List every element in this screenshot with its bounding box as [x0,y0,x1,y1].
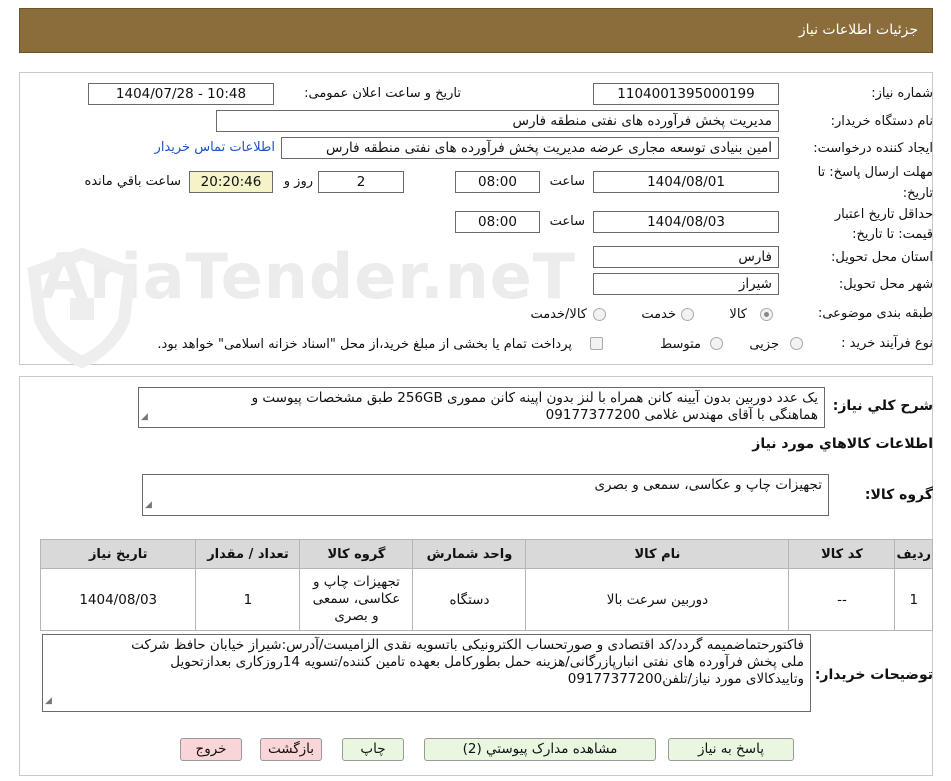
requester-field: امین بنیادی توسعه مجاری عرضه مدیریت پخش … [281,137,779,159]
col-date: تاریخ نیاز [39,539,197,569]
cell-group-line-2: عکاسی، سمعی [312,591,401,607]
validity-date-field: 1404/08/03 [593,211,779,233]
deadline-label-2: تاریخ: [902,186,933,201]
treasury-checkbox[interactable] [590,337,603,350]
exit-button[interactable]: خروج [180,738,242,761]
remaining-label: ساعت باقي مانده [84,174,181,189]
table-header-row: ردیف کد کالا نام کالا واحد شمارش گروه کا… [39,539,933,569]
process-label: نوع فرآیند خرید : [841,336,933,351]
validity-time-field: 08:00 [455,211,540,233]
attachments-button[interactable]: مشاهده مدارک پیوستي (2) [424,738,656,761]
buyer-notes-textarea[interactable]: فاکتورحتماضمیمه گردد/کد اقتصادی و صورتحس… [42,634,811,712]
summary-line-1: یک عدد دوربین بدون آیینه کانن همراه با ل… [251,390,818,406]
shield-watermark-icon [27,248,137,368]
province-field: فارس [593,246,779,268]
cell-code: -- [788,568,896,631]
col-unit: واحد شمارش [412,539,527,569]
buyer-notes-line-2: ملی پخش فرآورده های نفتی انبارپازرگانی/ه… [170,654,804,670]
cell-qty: 1 [195,568,301,631]
category-label: طبقه بندی موضوعی: [817,306,933,321]
requester-label: ایجاد کننده درخواست: [813,141,933,156]
buyer-notes-line-1: فاکتورحتماضمیمه گردد/کد اقتصادی و صورتحس… [131,637,804,653]
page-header: جزئیات اطلاعات نیاز [19,8,933,53]
summary-textarea[interactable]: یک عدد دوربین بدون آیینه کانن همراه با ل… [138,387,825,428]
goods-group-label: گروه کالا: [864,487,933,503]
summary-label: شرح کلي نياز: [832,398,933,414]
buyer-notes-line-3: وتاییدکالای مورد نیاز/تلفن09177377200 [567,671,804,687]
cell-group-line-3: و بصری [334,608,379,624]
contact-info-link[interactable]: اطلاعات تماس خریدار [155,140,275,155]
announce-field: 1404/07/28 - 10:48 [88,83,274,105]
days-field: 2 [318,171,404,193]
category-service-label: خدمت [641,307,676,322]
category-goods-radio[interactable] [760,308,773,321]
validity-time-label: ساعت [549,214,585,229]
city-label: شهر محل تحویل: [838,277,933,292]
col-name: نام کالا [525,539,790,569]
validity-label-2: قیمت: تا تاریخ: [852,227,933,242]
col-code: کد کالا [788,539,896,569]
process-medium-label: متوسط [660,337,701,352]
deadline-time-field: 08:00 [455,171,540,193]
reply-button[interactable]: پاسخ به نیاز [668,738,794,761]
deadline-date-field: 1404/08/01 [593,171,779,193]
category-service-radio[interactable] [681,308,694,321]
resize-grip-icon[interactable]: ◢ [141,409,148,426]
page-title: جزئیات اطلاعات نیاز [798,22,918,38]
payment-note: پرداخت تمام یا بخشی از مبلغ خرید،از محل … [157,337,572,352]
cell-group-line-1: تجهیزات چاپ و [312,574,400,590]
validity-label: حداقل تاریخ اعتبار [834,207,933,222]
buyer-org-label: نام دستگاه خریدار: [830,114,933,129]
back-button[interactable]: بازگشت [260,738,322,761]
category-goods-label: کالا [729,307,747,322]
goods-group-value: تجهیزات چاپ و عکاسی، سمعی و بصری [594,477,822,493]
table-row: 1 -- دوربین سرعت بالا دستگاه تجهیزات چاپ… [39,568,933,631]
goods-group-textarea[interactable]: تجهیزات چاپ و عکاسی، سمعی و بصری ◢ [142,474,829,516]
items-table: ردیف کد کالا نام کالا واحد شمارش گروه کا… [39,539,933,631]
buyer-notes-label: توضیحات خریدار: [814,667,933,683]
col-row: ردیف [894,539,933,569]
deadline-label: مهلت ارسال پاسخ: تا [817,165,933,180]
need-number-label: شماره نیاز: [871,86,933,101]
cell-row: 1 [894,568,933,631]
deadline-time-label: ساعت [549,174,585,189]
days-label: روز و [283,174,313,189]
city-field: شیراز [593,273,779,295]
buyer-org-field: مدیریت پخش فرآورده های نفتی منطقه فارس [216,110,779,132]
cell-name: دوربین سرعت بالا [525,568,790,631]
category-goods-service-radio[interactable] [593,308,606,321]
resize-grip-icon[interactable]: ◢ [45,693,52,710]
resize-grip-icon[interactable]: ◢ [145,497,152,514]
print-button[interactable]: چاپ [342,738,404,761]
cell-group: تجهیزات چاپ و عکاسی، سمعی و بصری [299,568,414,631]
process-minor-radio[interactable] [790,337,803,350]
province-label: استان محل تحویل: [831,250,933,265]
category-goods-service-label: کالا/خدمت [530,307,587,322]
announce-label: تاریخ و ساعت اعلان عمومی: [304,86,461,101]
process-minor-label: جزیی [749,337,779,352]
summary-line-2: هماهنگی با آقای مهندس غلامی 09177377200 [545,407,818,423]
process-medium-radio[interactable] [710,337,723,350]
need-number-field: 1104001395000199 [593,83,779,105]
goods-info-title: اطلاعات کالاهاي مورد نياز [752,436,933,452]
col-qty: تعداد / مقدار [195,539,301,569]
cell-date: 1404/08/03 [39,568,197,631]
col-group: گروه کالا [299,539,414,569]
cell-unit: دستگاه [412,568,527,631]
remaining-time-field: 20:20:46 [189,171,273,193]
